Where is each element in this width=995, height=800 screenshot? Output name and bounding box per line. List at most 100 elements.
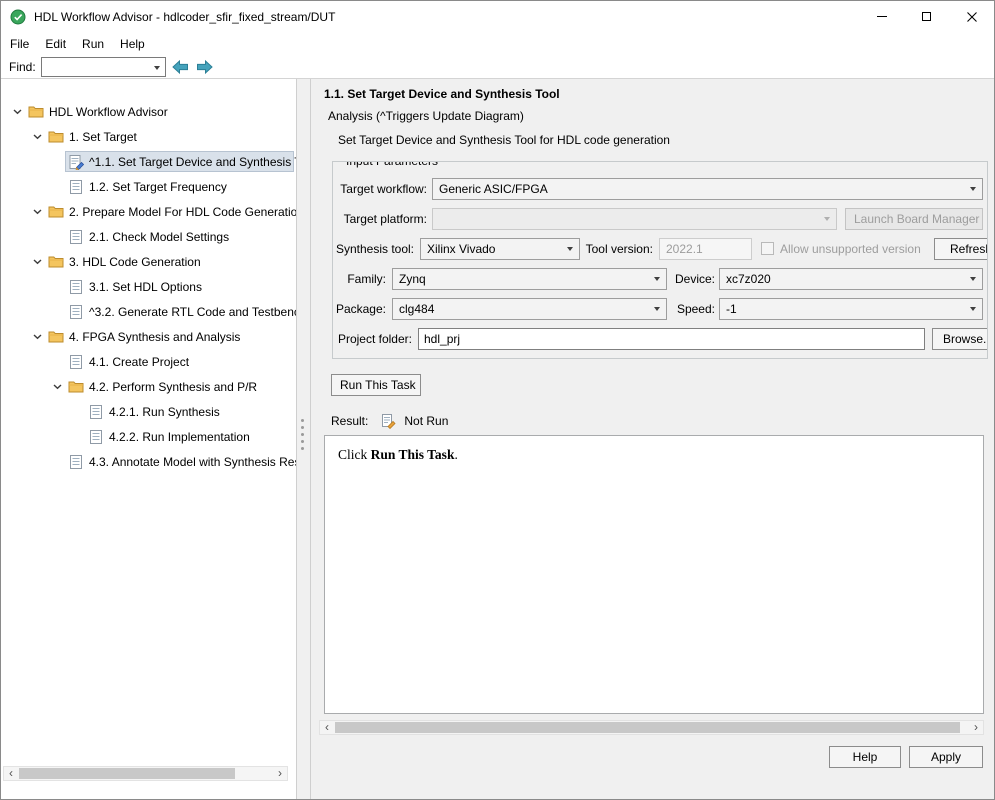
panel-splitter[interactable]: [297, 79, 310, 799]
close-icon: [966, 11, 977, 22]
scroll-left-icon[interactable]: ‹: [4, 767, 18, 780]
tree-item-label: 3. HDL Code Generation: [69, 254, 201, 269]
tree-item-body[interactable]: 2. Prepare Model For HDL Code Generation: [45, 201, 296, 222]
scroll-right-icon[interactable]: ›: [969, 721, 983, 734]
task-edit-icon: [68, 154, 85, 170]
tree-item-body[interactable]: 1.2. Set Target Frequency: [65, 176, 294, 197]
tree-item[interactable]: 4. FPGA Synthesis and Analysis: [1, 324, 296, 349]
minimize-button[interactable]: [859, 1, 904, 32]
tree-item-body[interactable]: 3.1. Set HDL Options: [65, 276, 294, 297]
title-bar[interactable]: HDL Workflow Advisor - hdlcoder_sfir_fix…: [1, 1, 994, 33]
tree-item-body[interactable]: 4.2. Perform Synthesis and P/R: [65, 376, 294, 397]
close-button[interactable]: [949, 1, 994, 32]
maximize-button[interactable]: [904, 1, 949, 32]
package-select[interactable]: clg484: [392, 298, 667, 320]
window-title: HDL Workflow Advisor - hdlcoder_sfir_fix…: [34, 10, 336, 24]
scrollbar-thumb[interactable]: [335, 722, 960, 733]
panel-horizontal-scrollbar[interactable]: ‹ ›: [319, 720, 984, 735]
chevron-placeholder: [49, 304, 65, 320]
main-area: HDL Workflow Advisor 1. Set Target ^1.1. S…: [1, 79, 994, 799]
tree-item-body[interactable]: ^1.1. Set Target Device and Synthesis To…: [65, 151, 296, 172]
tree-item-label: 4.2.2. Run Implementation: [109, 429, 250, 444]
tree-item-label: 4.1. Create Project: [89, 354, 190, 369]
scroll-right-icon[interactable]: ›: [273, 767, 287, 780]
arrow-right-icon: [197, 59, 213, 74]
tree-item-body[interactable]: HDL Workflow Advisor: [25, 101, 294, 122]
maximize-icon: [922, 12, 931, 21]
menu-bar: File Edit Run Help: [1, 33, 994, 55]
tree-item-body[interactable]: 4. FPGA Synthesis and Analysis: [45, 326, 294, 347]
tree-item-label: 3.1. Set HDL Options: [89, 279, 202, 294]
target-workflow-select[interactable]: Generic ASIC/FPGA: [432, 178, 983, 200]
result-label: Result:: [331, 414, 369, 428]
tool-version-field: 2022.1: [659, 238, 752, 260]
synthesis-tool-select[interactable]: Xilinx Vivado: [420, 238, 580, 260]
tree-item[interactable]: 4.1. Create Project: [1, 349, 296, 374]
tree-horizontal-scrollbar[interactable]: ‹ ›: [3, 766, 288, 781]
chevron-placeholder: [49, 279, 65, 295]
tree-item[interactable]: 4.2. Perform Synthesis and P/R: [1, 374, 296, 399]
run-this-task-button[interactable]: Run This Task: [331, 374, 421, 396]
family-select[interactable]: Zynq: [392, 268, 667, 290]
chevron-down-icon[interactable]: [29, 129, 45, 145]
apply-button[interactable]: Apply: [909, 746, 983, 768]
tree-item-body[interactable]: 2.1. Check Model Settings: [65, 226, 294, 247]
chevron-placeholder: [69, 404, 85, 420]
find-previous-button[interactable]: [170, 57, 191, 76]
project-folder-label: Project folder:: [337, 332, 412, 346]
chevron-down-icon: [654, 307, 660, 311]
device-select[interactable]: xc7z020: [719, 268, 983, 290]
chevron-down-icon[interactable]: [29, 254, 45, 270]
task-icon: [88, 404, 104, 420]
menu-item-help[interactable]: Help: [112, 34, 153, 54]
find-bar: Find:: [1, 55, 994, 79]
task-icon: [68, 304, 84, 320]
menu-item-edit[interactable]: Edit: [37, 34, 74, 54]
scrollbar-thumb[interactable]: [19, 768, 235, 779]
tree-item-body[interactable]: 4.3. Annotate Model with Synthesis Resul…: [65, 451, 296, 472]
tree-item[interactable]: ^3.2. Generate RTL Code and Testbench: [1, 299, 296, 324]
task-icon: [68, 354, 84, 370]
tree-item[interactable]: 3.1. Set HDL Options: [1, 274, 296, 299]
tree-item[interactable]: 3. HDL Code Generation: [1, 249, 296, 274]
tree-item-body[interactable]: 1. Set Target: [45, 126, 294, 147]
find-next-button[interactable]: [195, 57, 216, 76]
chevron-placeholder: [49, 229, 65, 245]
tree-item-body[interactable]: 4.2.2. Run Implementation: [85, 426, 294, 447]
tree-item-body[interactable]: 3. HDL Code Generation: [45, 251, 294, 272]
target-platform-label: Target platform:: [343, 212, 427, 226]
tree-item-body[interactable]: 4.2.1. Run Synthesis: [85, 401, 294, 422]
tree-item[interactable]: 4.3. Annotate Model with Synthesis Resul…: [1, 449, 296, 474]
refresh-button[interactable]: Refresh: [934, 238, 987, 260]
menu-item-run[interactable]: Run: [74, 34, 112, 54]
find-input[interactable]: [43, 58, 148, 75]
tree-item[interactable]: 4.2.2. Run Implementation: [1, 424, 296, 449]
tree-item[interactable]: 4.2.1. Run Synthesis: [1, 399, 296, 424]
tree-item-body[interactable]: 4.1. Create Project: [65, 351, 294, 372]
task-output: Click Run This Task.: [324, 435, 984, 714]
tree-item[interactable]: 1.2. Set Target Frequency: [1, 174, 296, 199]
splitter-handle-icon: [301, 419, 304, 450]
menu-item-file[interactable]: File: [2, 34, 37, 54]
project-folder-input[interactable]: [418, 328, 925, 350]
tree-item[interactable]: HDL Workflow Advisor: [1, 99, 296, 124]
browse-button[interactable]: Browse...: [932, 328, 987, 350]
tree-item[interactable]: ^1.1. Set Target Device and Synthesis To…: [1, 149, 296, 174]
chevron-down-icon[interactable]: [9, 104, 25, 120]
tree-item[interactable]: 1. Set Target: [1, 124, 296, 149]
task-title: 1.1. Set Target Device and Synthesis Too…: [324, 87, 560, 101]
speed-select[interactable]: -1: [719, 298, 983, 320]
tree-item[interactable]: 2.1. Check Model Settings: [1, 224, 296, 249]
tree-item-body[interactable]: ^3.2. Generate RTL Code and Testbench: [65, 301, 296, 322]
find-combobox[interactable]: [40, 56, 166, 77]
synthesis-tool-label: Synthesis tool:: [335, 242, 414, 256]
chevron-down-icon: [567, 247, 573, 251]
scroll-left-icon[interactable]: ‹: [320, 721, 334, 734]
chevron-down-icon[interactable]: [29, 329, 45, 345]
tree-item[interactable]: 2. Prepare Model For HDL Code Generation: [1, 199, 296, 224]
chevron-placeholder: [49, 154, 65, 170]
chevron-down-icon[interactable]: [49, 379, 65, 395]
chevron-down-icon[interactable]: [29, 204, 45, 220]
speed-label: Speed:: [676, 302, 715, 316]
help-button[interactable]: Help: [829, 746, 901, 768]
